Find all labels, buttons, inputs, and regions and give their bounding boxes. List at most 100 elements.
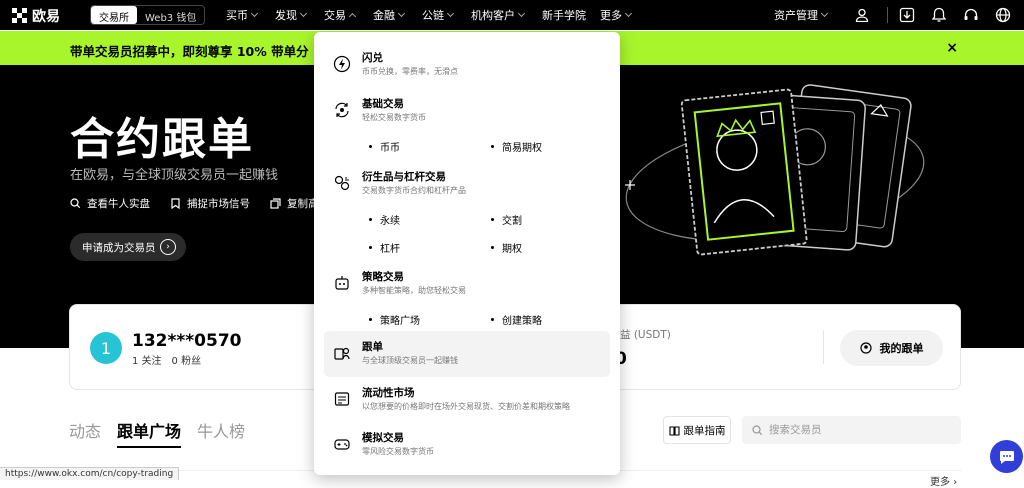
- chevron-down-icon: [397, 9, 406, 18]
- menu-trade[interactable]: 交易: [324, 7, 357, 23]
- close-icon[interactable]: ×: [946, 40, 958, 56]
- sub-label: 简易期权: [502, 143, 542, 154]
- copy-icon: [270, 198, 281, 209]
- platform-switch: 交易所 Web3 钱包: [90, 5, 206, 25]
- menu-more[interactable]: 更多: [600, 7, 633, 23]
- exchange-tab[interactable]: 交易所: [91, 6, 137, 24]
- menu-discover[interactable]: 发现: [275, 7, 308, 23]
- sub-item-options[interactable]: 期权: [491, 240, 522, 255]
- item-title: 闪兑: [362, 52, 383, 64]
- more-label: 更多: [930, 477, 950, 488]
- search-input[interactable]: [769, 424, 949, 436]
- menu-label: 买币: [226, 9, 248, 22]
- exchange-arrows-icon: [332, 100, 352, 120]
- search-icon: [70, 198, 81, 209]
- sub-item-perpetual[interactable]: 永续: [369, 212, 400, 227]
- menu-chain[interactable]: 公链: [422, 7, 455, 23]
- bullet-icon: [491, 318, 494, 321]
- chat-icon: [999, 450, 1014, 464]
- sub-item-margin[interactable]: 杠杆: [369, 240, 400, 255]
- brand-name: 欧易: [32, 9, 60, 25]
- derivatives-icon: [332, 173, 352, 193]
- menu-finance[interactable]: 金融: [373, 7, 406, 23]
- sub-item-create-strategy[interactable]: 创建策略: [491, 312, 542, 327]
- sub-item-spot[interactable]: 币币: [369, 139, 400, 154]
- hero-links: 查看牛人实盘 捕捉市场信号 复制高: [70, 196, 319, 211]
- tab-feed[interactable]: 动态: [69, 418, 101, 448]
- dropdown-item-copy-trading[interactable]: 跟单 与全球顶级交易员一起赚钱: [324, 331, 610, 377]
- dropdown-item-demo-trading[interactable]: 模拟交易 零风险交易数字货币: [324, 422, 610, 468]
- sub-item-futures[interactable]: 交割: [491, 212, 522, 227]
- hero-illustration: [625, 84, 925, 256]
- my-copy-label: 我的跟单: [879, 342, 924, 355]
- item-desc: 交易数字货币合约和杠杆产品: [362, 186, 466, 195]
- dropdown-item-basic-trading[interactable]: 基础交易 轻松交易数字货币: [324, 88, 610, 134]
- arrow-right-icon: ›: [160, 239, 176, 255]
- banner-text: 带单交易员招募中，即刻尊享 10% 带单分: [70, 44, 309, 59]
- apply-trader-button[interactable]: 申请成为交易员 ›: [70, 233, 186, 261]
- sub-item-easy-options[interactable]: 简易期权: [491, 139, 542, 154]
- item-desc: 多种智能策略，助您轻松交易: [362, 286, 466, 295]
- chat-button[interactable]: [990, 440, 1023, 473]
- item-desc: 轻松交易数字货币: [362, 113, 426, 122]
- copy-guide-button[interactable]: 跟单指南: [663, 416, 731, 444]
- item-title: 模拟交易: [362, 432, 404, 444]
- dropdown-item-flash-swap[interactable]: 闪兑 币币兑换，零费率，无滑点: [324, 42, 610, 88]
- apply-label: 申请成为交易员: [82, 241, 156, 254]
- bullet-icon: [491, 218, 494, 221]
- download-icon[interactable]: [894, 4, 920, 26]
- dropdown-item-strategy-trading[interactable]: 策略交易 多种智能策略，助您轻松交易: [324, 261, 610, 307]
- liquidity-icon: [332, 389, 352, 409]
- tab-leaderboard[interactable]: 牛人榜: [197, 418, 245, 448]
- bullet-icon: [369, 318, 372, 321]
- headset-icon[interactable]: [958, 4, 984, 26]
- chevron-down-icon: [250, 9, 259, 18]
- trade-dropdown-menu: 闪兑 币币兑换，零费率，无滑点 基础交易 轻松交易数字货币 币币 简易期权 衍生…: [314, 32, 620, 475]
- market-signal-link[interactable]: 捕捉市场信号: [170, 196, 250, 211]
- menu-buy-crypto[interactable]: 买币: [226, 7, 259, 23]
- page-title: 合约跟单: [70, 114, 254, 165]
- menu-academy[interactable]: 新手学院: [542, 7, 586, 23]
- item-title: 流动性市场: [362, 387, 415, 399]
- chevron-down-icon: [624, 9, 633, 18]
- sub-label: 杠杆: [380, 244, 400, 255]
- avatar[interactable]: 1: [90, 332, 122, 364]
- menu-label: 更多: [600, 9, 622, 22]
- bell-icon[interactable]: [926, 4, 952, 26]
- item-title: 策略交易: [362, 271, 404, 283]
- user-icon[interactable]: [849, 4, 875, 26]
- sub-label: 策略广场: [380, 316, 420, 327]
- asset-management-menu[interactable]: 资产管理: [774, 7, 829, 23]
- chevron-down-icon: [517, 9, 526, 18]
- globe-icon[interactable]: [990, 4, 1016, 26]
- more-link[interactable]: 更多 ›: [930, 473, 957, 488]
- copy-trade-icon: [859, 342, 872, 354]
- item-title: 衍生品与杠杆交易: [362, 171, 446, 183]
- menu-institutional[interactable]: 机构客户: [471, 7, 526, 23]
- menu-label: 公链: [422, 9, 444, 22]
- dropdown-item-liquidity-market[interactable]: 流动性市场 以您想要的价格即时在场外交易现货、交割价差和期权策略: [324, 377, 610, 423]
- nav-right: 资产管理: [774, 0, 1024, 30]
- web3-wallet-tab[interactable]: Web3 钱包: [137, 6, 204, 24]
- menu-label: 发现: [275, 9, 297, 22]
- main-menu: 买币 发现 交易 金融 公链 机构客户 新手学院 更多: [226, 0, 633, 30]
- chevron-down-icon: [299, 9, 308, 18]
- copy-trade-link[interactable]: 复制高: [270, 196, 319, 211]
- link-label: 查看牛人实盘: [87, 198, 150, 210]
- logo[interactable]: 欧易: [12, 6, 60, 26]
- sub-item-strategy-square[interactable]: 策略广场: [369, 312, 420, 327]
- dropdown-item-derivatives[interactable]: 衍生品与杠杆交易 交易数字货币合约和杠杆产品: [324, 161, 610, 207]
- trader-search[interactable]: [742, 416, 961, 444]
- user-stats: 1 关注 0 粉丝: [132, 352, 201, 367]
- sub-label: 创建策略: [502, 316, 542, 327]
- book-icon: [668, 425, 680, 436]
- my-copy-trading-button[interactable]: 我的跟单: [840, 330, 943, 366]
- tab-copy-square[interactable]: 跟单广场: [117, 418, 182, 448]
- view-traders-link[interactable]: 查看牛人实盘: [70, 196, 150, 211]
- bullet-icon: [491, 145, 494, 148]
- bookmark-icon: [171, 198, 180, 209]
- chevron-down-icon: [446, 9, 455, 18]
- following-count[interactable]: 1 关注: [132, 356, 162, 367]
- item-desc: 零风险交易数字货币: [362, 447, 434, 456]
- followers-count[interactable]: 0 粉丝: [172, 356, 202, 367]
